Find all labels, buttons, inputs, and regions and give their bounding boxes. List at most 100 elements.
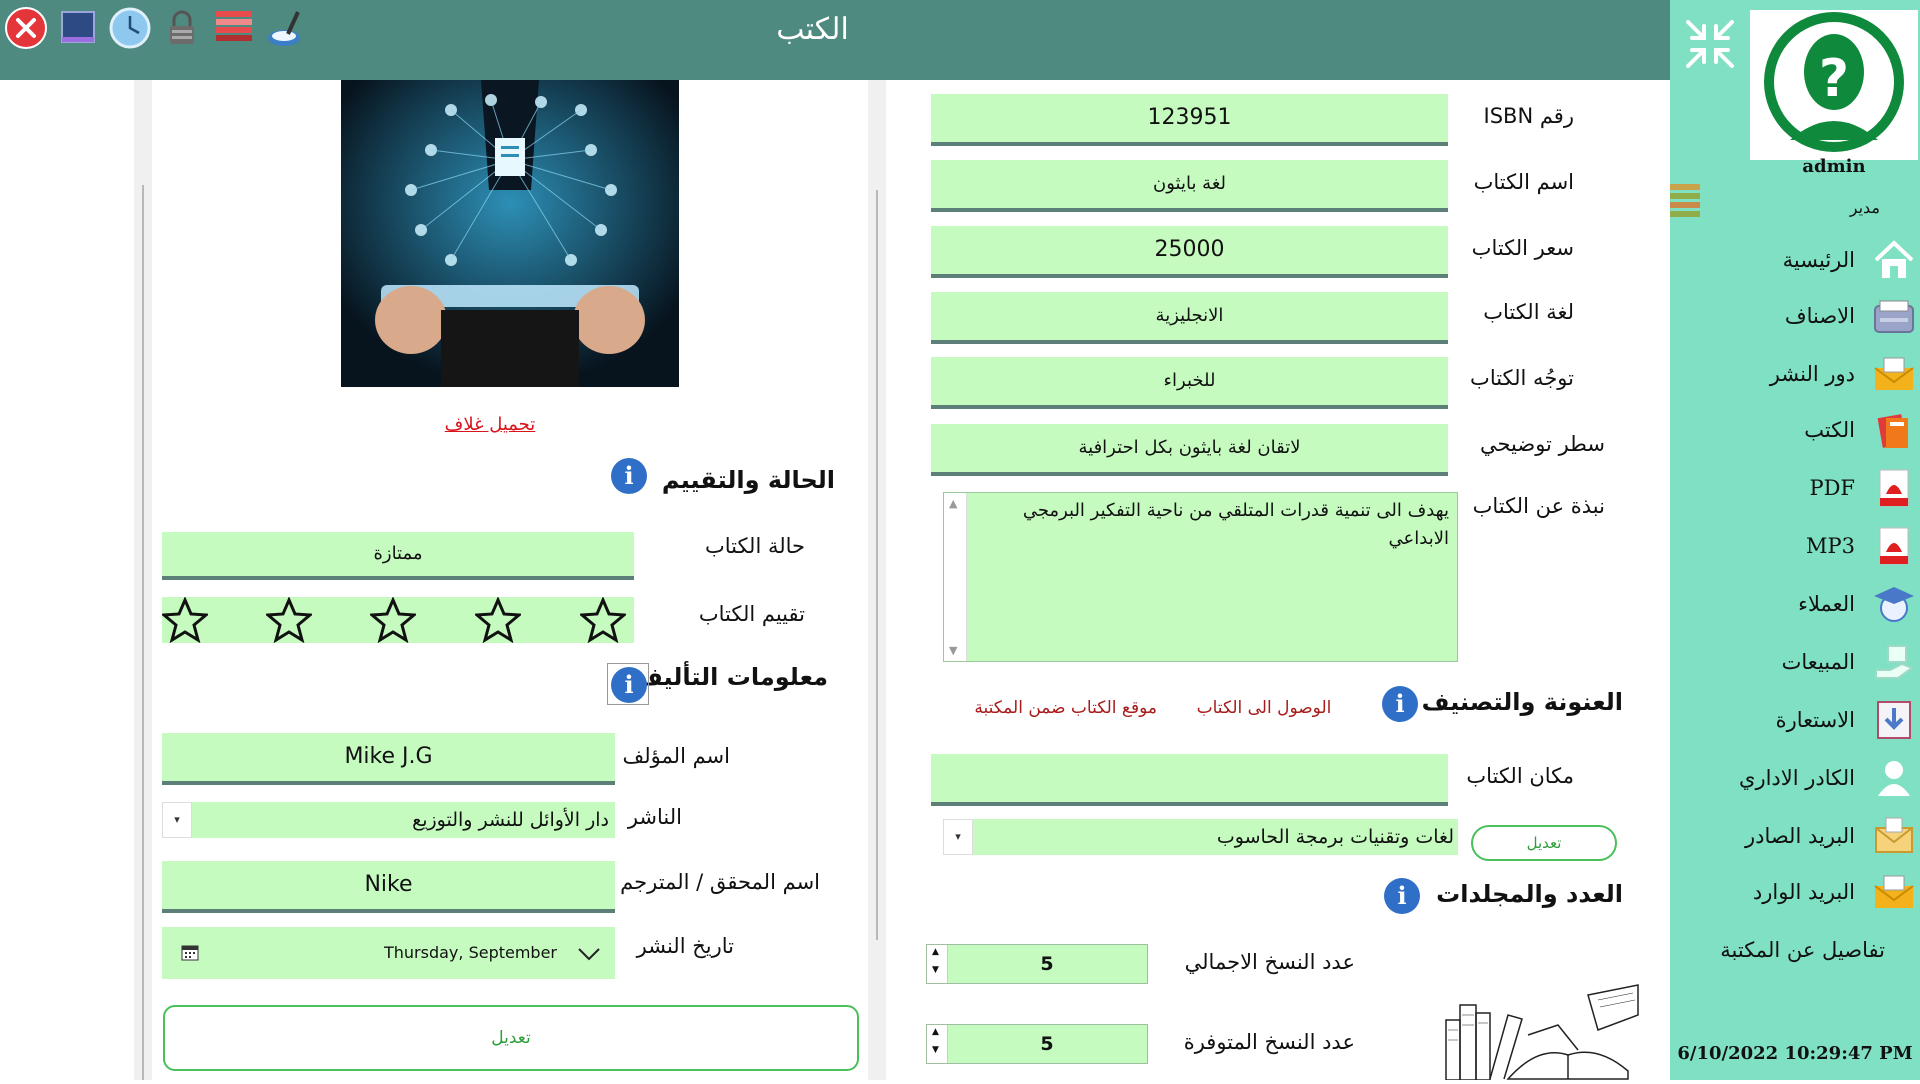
author-field[interactable]: Mike J.G — [162, 733, 615, 785]
category-select[interactable]: ▾ لغات وتقنيات برمجة الحاسوب — [943, 819, 1458, 855]
sidebar-item-staff[interactable]: الكادر الاداري — [1670, 752, 1920, 804]
collapse-icon[interactable] — [1682, 16, 1738, 72]
rating-stars[interactable] — [160, 596, 634, 644]
title-bar: الكتب — [0, 0, 1670, 80]
volumes-info-icon[interactable]: i — [1384, 878, 1420, 914]
menu-stack-icon[interactable] — [1670, 182, 1702, 220]
sidebar-item-home[interactable]: الرئيسية — [1670, 234, 1920, 286]
envelope-icon — [1872, 352, 1916, 396]
star-icon[interactable] — [368, 596, 418, 644]
dropdown-arrow-icon[interactable]: ▾ — [162, 802, 192, 838]
classification-edit-button[interactable]: تعديل — [1471, 825, 1617, 861]
book-language-field[interactable]: الانجليزية — [931, 292, 1448, 344]
book-place-label: مكان الكتاب — [1466, 764, 1574, 788]
mp3-icon — [1872, 524, 1916, 568]
publish-date-value: Thursday, September 1 — [384, 943, 562, 962]
sidebar-item-label: تفاصيل عن المكتبة — [1720, 938, 1885, 962]
publish-date-label: تاريخ النشر — [636, 934, 734, 958]
textarea-scrollbar[interactable]: ▲ ▼ — [944, 493, 967, 661]
book-state-field[interactable]: ممتازة — [162, 532, 634, 580]
hand-icon — [1872, 640, 1916, 684]
user-role: مدير — [1849, 198, 1880, 217]
sidebar-item-label: الرئيسية — [1782, 248, 1855, 272]
books-sketch-illustration — [1438, 975, 1643, 1081]
star-icon[interactable] — [160, 596, 210, 644]
sidebar-item-inbox[interactable]: البريد الوارد — [1670, 866, 1920, 918]
book-location-link[interactable]: موقع الكتاب ضمن المكتبة — [974, 698, 1157, 718]
publisher-value: دار الأوائل للنشر والتوزيع — [412, 809, 609, 831]
flag-icon[interactable] — [212, 6, 256, 50]
sidebar-item-sales[interactable]: المبيعات — [1670, 636, 1920, 688]
lock-icon[interactable] — [160, 6, 204, 50]
book-about-text: يهدف الى تنمية قدرات المتلقي من ناحية ال… — [1022, 500, 1449, 549]
book-price-field[interactable]: 25000 — [931, 226, 1448, 278]
sidebar-item-label: MP3 — [1806, 534, 1855, 558]
mail-out-icon — [1872, 814, 1916, 858]
volumes-section-header: العدد والمجلدات — [1436, 880, 1623, 908]
close-icon[interactable] — [4, 6, 48, 50]
home-icon — [1872, 238, 1916, 282]
publish-date-picker[interactable]: Thursday, September 1 — [162, 927, 615, 979]
window-title: الكتب — [776, 12, 849, 47]
book-about-label: نبذة عن الكتاب — [1472, 494, 1605, 518]
sidebar-item-about-library[interactable]: تفاصيل عن المكتبة — [1670, 924, 1920, 976]
scroll-down-icon[interactable]: ▼ — [949, 644, 957, 657]
editor-label: اسم المحقق / المترجم — [620, 870, 820, 894]
editor-field[interactable]: Nike — [162, 861, 615, 913]
sidebar-item-borrowing[interactable]: الاستعارة — [1670, 694, 1920, 746]
drawer-icon — [1872, 294, 1916, 338]
authoring-edit-button[interactable]: تعديل — [163, 1005, 859, 1071]
book-rating-label: تقييم الكتاب — [698, 602, 805, 626]
sidebar-item-categories[interactable]: الاصناف — [1670, 290, 1920, 342]
book-name-field[interactable]: لغة بايثون — [931, 160, 1448, 212]
star-icon[interactable] — [473, 596, 523, 644]
stepper-buttons[interactable]: ▲ ▼ — [927, 1025, 948, 1063]
sidebar-item-label: الاستعارة — [1775, 708, 1855, 732]
book-access-link[interactable]: الوصول الى الكتاب — [1190, 698, 1338, 718]
calendar-icon[interactable] — [180, 942, 200, 962]
available-copies-stepper[interactable]: ▲ ▼ 5 — [926, 1024, 1148, 1064]
book-place-field[interactable] — [931, 754, 1448, 806]
authoring-info-icon[interactable]: i — [611, 667, 647, 703]
total-copies-label: عدد النسخ الاجمالي — [1184, 950, 1355, 974]
clock-icon[interactable] — [108, 6, 152, 50]
sidebar-item-pdf[interactable]: PDF — [1670, 462, 1920, 514]
sidebar-item-label: البريد الوارد — [1752, 880, 1855, 904]
avatar: ? — [1750, 10, 1918, 160]
book-audience-label: توجُه الكتاب — [1470, 366, 1574, 390]
sidebar-item-mp3[interactable]: MP3 — [1670, 520, 1920, 572]
book-price-label: سعر الكتاب — [1471, 236, 1574, 260]
book-audience-field[interactable]: للخبراء — [931, 357, 1448, 409]
book-about-textarea[interactable]: ▲ ▼ يهدف الى تنمية قدرات المتلقي من ناحي… — [943, 492, 1458, 662]
star-icon[interactable] — [264, 596, 314, 644]
status-info-icon[interactable]: i — [611, 458, 647, 494]
star-icon[interactable] — [578, 596, 628, 644]
sidebar-item-label: الكتب — [1804, 418, 1855, 442]
chevron-down-icon[interactable] — [576, 941, 602, 965]
scroll-up-icon[interactable]: ▲ — [949, 497, 957, 510]
book-tagline-field[interactable]: لاتقان لغة بايثون بكل احترافية — [931, 424, 1448, 476]
isbn-field[interactable]: 123951 — [931, 94, 1448, 146]
upload-cover-link[interactable]: تحميل غلاف — [440, 414, 540, 435]
window-icon[interactable] — [56, 6, 100, 50]
total-copies-stepper[interactable]: ▲ ▼ 5 — [926, 944, 1148, 984]
stepper-buttons[interactable]: ▲ ▼ — [927, 945, 948, 983]
classification-info-icon[interactable]: i — [1382, 686, 1418, 722]
stepper-up-icon[interactable]: ▲ — [932, 1027, 939, 1037]
graduate-icon — [1872, 582, 1916, 626]
stepper-up-icon[interactable]: ▲ — [932, 947, 939, 957]
stepper-down-icon[interactable]: ▼ — [932, 965, 939, 975]
sidebar-item-label: دور النشر — [1769, 362, 1855, 386]
publisher-select[interactable]: ▾ دار الأوائل للنشر والتوزيع — [162, 802, 615, 838]
stepper-down-icon[interactable]: ▼ — [932, 1045, 939, 1055]
paint-icon[interactable] — [264, 6, 308, 50]
sidebar-item-clients[interactable]: العملاء — [1670, 578, 1920, 630]
datetime-label: 6/10/2022 10:29:47 PM — [1677, 1043, 1913, 1064]
sidebar-item-label: البريد الصادر — [1744, 824, 1855, 848]
isbn-label: رقم ISBN — [1483, 104, 1574, 128]
sidebar-item-publishers[interactable]: دور النشر — [1670, 348, 1920, 400]
sidebar-item-books[interactable]: الكتب — [1670, 404, 1920, 456]
sidebar-item-outbox[interactable]: البريد الصادر — [1670, 810, 1920, 862]
dropdown-arrow-icon[interactable]: ▾ — [943, 819, 973, 855]
user-name: admin — [1802, 156, 1866, 177]
